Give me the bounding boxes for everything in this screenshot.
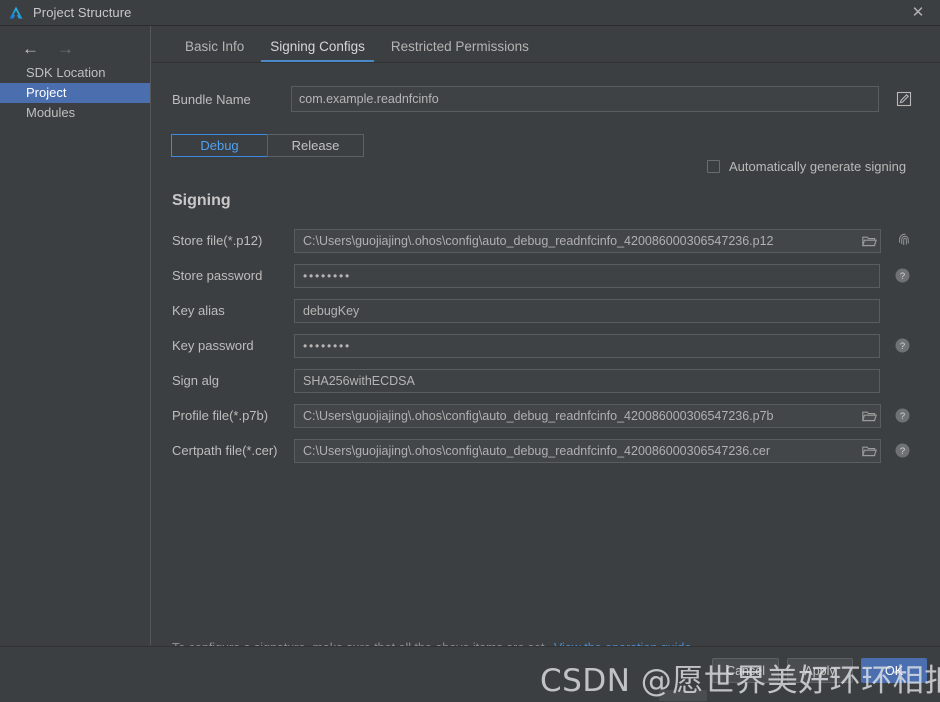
svg-text:?: ? [900,271,905,282]
close-icon[interactable]: ✕ [896,0,940,25]
sidebar-item-project[interactable]: Project [0,83,150,103]
main-panel: Basic Info Signing Configs Restricted Pe… [151,26,940,655]
field-row-store-file: Store file(*.p12) C:\Users\guojiajing\.o… [172,229,932,253]
key-password-input[interactable]: •••••••• [294,334,880,358]
project-structure-dialog: Project Structure ✕ ← → SDK Location Pro… [0,0,940,702]
store-password-help-icon[interactable]: ? [895,268,910,283]
key-alias-input[interactable]: debugKey [294,299,880,323]
forward-arrow-icon[interactable]: → [57,40,74,57]
sign-alg-label: Sign alg [172,373,219,388]
sidebar-item-modules[interactable]: Modules [0,103,150,123]
app-logo-icon [8,5,24,21]
certpath-file-folder-icon[interactable] [858,440,880,462]
svg-text:?: ? [900,411,905,422]
pencil-edit-icon[interactable] [894,89,914,109]
profile-file-label: Profile file(*.p7b) [172,408,269,423]
field-row-profile-file: Profile file(*.p7b) C:\Users\guojiajing\… [172,404,932,428]
store-password-label: Store password [172,268,263,283]
key-alias-label: Key alias [172,303,225,318]
tab-bar: Basic Info Signing Configs Restricted Pe… [151,26,940,62]
back-arrow-icon[interactable]: ← [22,40,39,57]
dialog-button-row: Cancel Apply OK [712,658,927,683]
store-file-folder-icon[interactable] [858,230,880,252]
profile-file-input[interactable]: C:\Users\guojiajing\.ohos\config\auto_de… [294,404,881,428]
resize-grip[interactable] [659,690,707,701]
profile-file-folder-icon[interactable] [858,405,880,427]
build-variant-toggle: Debug Release [171,134,364,157]
sidebar: ← → SDK Location Project Modules [0,26,150,645]
fingerprint-icon[interactable] [896,231,914,249]
field-row-store-password: Store password •••••••• ? [172,264,932,288]
profile-file-help-icon[interactable]: ? [895,408,910,423]
title-bar: Project Structure ✕ [0,0,940,26]
sidebar-item-sdk-location[interactable]: SDK Location [0,63,150,83]
certpath-file-input[interactable]: C:\Users\guojiajing\.ohos\config\auto_de… [294,439,881,463]
store-file-label: Store file(*.p12) [172,233,263,248]
store-password-value: •••••••• [303,269,352,283]
field-row-certpath-file: Certpath file(*.cer) C:\Users\guojiajing… [172,439,932,463]
svg-text:?: ? [900,446,905,457]
cancel-button[interactable]: Cancel [712,658,779,683]
bundle-name-input[interactable] [291,86,879,112]
sign-alg-input[interactable]: SHA256withECDSA [294,369,880,393]
apply-button[interactable]: Apply [787,658,853,683]
store-password-input[interactable]: •••••••• [294,264,880,288]
ok-button[interactable]: OK [861,658,927,683]
certpath-file-label: Certpath file(*.cer) [172,443,278,458]
auto-generate-signing-row[interactable]: Automatically generate signing [707,159,906,174]
bundle-name-row: Bundle Name [172,86,932,116]
variant-release-button[interactable]: Release [267,134,364,157]
variant-debug-button[interactable]: Debug [171,134,268,157]
field-row-key-password: Key password •••••••• ? [172,334,932,358]
tab-basic-info[interactable]: Basic Info [172,39,257,62]
certpath-file-help-icon[interactable]: ? [895,443,910,458]
signing-section-title: Signing [172,192,231,209]
dialog-footer: Cancel Apply OK [0,646,940,702]
tab-restricted-permissions[interactable]: Restricted Permissions [378,39,542,62]
auto-generate-signing-checkbox[interactable] [707,160,720,173]
bundle-name-label: Bundle Name [172,92,251,107]
svg-text:?: ? [900,341,905,352]
key-password-value: •••••••• [303,339,352,353]
key-password-label: Key password [172,338,254,353]
tab-bar-underline [151,62,940,63]
tab-signing-configs[interactable]: Signing Configs [257,39,378,62]
field-row-key-alias: Key alias debugKey [172,299,932,323]
auto-generate-signing-label: Automatically generate signing [729,159,907,174]
store-file-input[interactable]: C:\Users\guojiajing\.ohos\config\auto_de… [294,229,881,253]
key-password-help-icon[interactable]: ? [895,338,910,353]
field-row-sign-alg: Sign alg SHA256withECDSA [172,369,932,393]
window-title: Project Structure [33,5,132,20]
nav-arrows: ← → [0,26,150,63]
